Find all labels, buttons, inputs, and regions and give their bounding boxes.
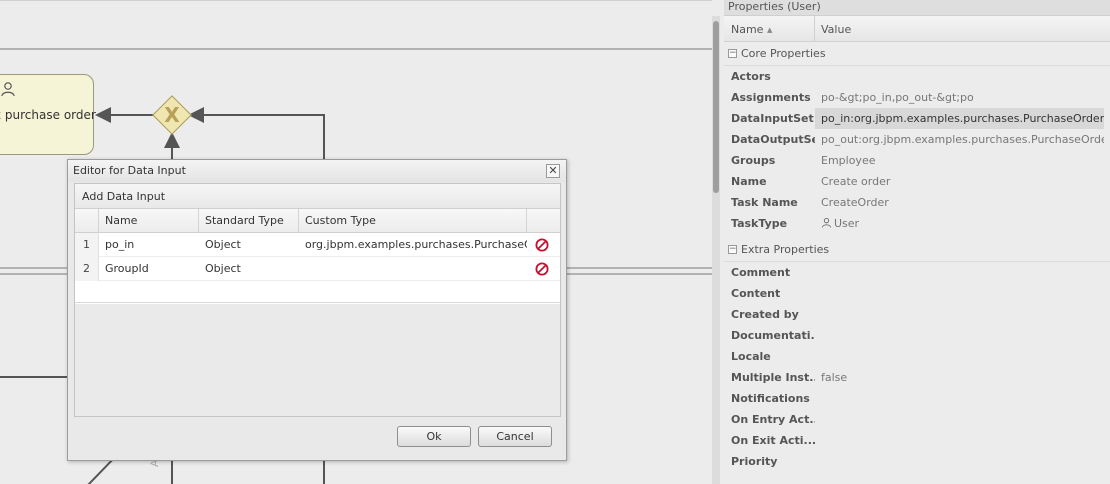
- data-input-custom-type[interactable]: [299, 257, 527, 281]
- property-row[interactable]: Actors: [724, 66, 1110, 87]
- user-icon: [821, 218, 832, 228]
- property-row[interactable]: Priority: [724, 451, 1110, 472]
- standard-type-column-header[interactable]: Standard Type: [199, 209, 299, 233]
- property-row[interactable]: On Entry Act...: [724, 409, 1110, 430]
- core-properties-section[interactable]: − Core Properties: [724, 42, 1110, 66]
- user-task-label: x purchase order: [0, 108, 96, 122]
- property-row[interactable]: Locale: [724, 346, 1110, 367]
- cancel-button[interactable]: Cancel: [478, 426, 552, 447]
- property-row[interactable]: Assignments po-&gt;po_in,po_out-&gt;po: [724, 87, 1110, 108]
- data-input-editor-dialog: Editor for Data Input ✕ Add Data Input N…: [67, 159, 567, 461]
- grid-empty-row: [75, 281, 560, 303]
- scrollbar-thumb[interactable]: [713, 21, 719, 193]
- property-name: Assignments: [731, 91, 811, 104]
- property-value[interactable]: User: [815, 213, 1104, 234]
- property-name: Content: [731, 287, 781, 300]
- property-name: Notifications: [731, 392, 810, 405]
- custom-type-column-header[interactable]: Custom Type: [299, 209, 527, 233]
- dialog-title-bar[interactable]: Editor for Data Input ✕: [68, 160, 566, 182]
- column-name-header[interactable]: Name ▲: [731, 23, 772, 36]
- ok-button[interactable]: Ok: [397, 426, 471, 447]
- section-label: Core Properties: [741, 47, 826, 60]
- user-task-icon: [1, 82, 15, 97]
- data-input-name[interactable]: GroupId: [99, 257, 199, 281]
- property-value-text: User: [834, 217, 860, 230]
- grid-empty-area: [75, 304, 560, 416]
- add-data-input-button[interactable]: Add Data Input: [75, 184, 560, 209]
- table-row[interactable]: 2 GroupId Object: [75, 257, 560, 281]
- property-name: Documentati...: [731, 329, 815, 342]
- property-name: On Entry Act...: [731, 413, 815, 426]
- row-number-header: [75, 209, 99, 233]
- canvas-vertical-scrollbar[interactable]: [712, 16, 720, 484]
- property-name: DataInputSet: [731, 112, 814, 125]
- sort-asc-icon: ▲: [766, 26, 773, 34]
- property-row[interactable]: Notifications: [724, 388, 1110, 409]
- table-row[interactable]: 1 po_in Object org.jbpm.examples.purchases.…: [75, 233, 560, 257]
- property-value[interactable]: po-&gt;po_in,po_out-&gt;po: [815, 87, 1104, 108]
- properties-title: Properties (User): [724, 0, 1110, 16]
- property-row[interactable]: Created by: [724, 304, 1110, 325]
- delete-row-icon[interactable]: [535, 262, 549, 276]
- property-name: Groups: [731, 154, 776, 167]
- property-value[interactable]: Create order: [815, 171, 1104, 192]
- property-row[interactable]: TaskType User: [724, 213, 1110, 234]
- property-row[interactable]: DataInputSet po_in:org.jbpm.examples.purc…: [724, 108, 1110, 129]
- property-row[interactable]: Task Name CreateOrder: [724, 192, 1110, 213]
- property-row[interactable]: Comment: [724, 262, 1110, 283]
- property-row[interactable]: On Exit Acti...: [724, 430, 1110, 451]
- row-number: 2: [75, 257, 99, 281]
- row-number: 1: [75, 233, 99, 257]
- column-value-header[interactable]: Value: [821, 23, 851, 36]
- property-value[interactable]: CreateOrder: [815, 192, 1104, 213]
- property-name: Locale: [731, 350, 771, 363]
- collapse-icon[interactable]: −: [728, 245, 737, 254]
- delete-row-icon[interactable]: [535, 238, 549, 252]
- property-row[interactable]: DataOutputSet po_out:org.jbpm.examples.pu…: [724, 129, 1110, 150]
- properties-column-header: Name ▲ Value: [724, 16, 1110, 42]
- grid-header: Name Standard Type Custom Type: [75, 209, 560, 233]
- property-value[interactable]: po_out:org.jbpm.examples.purchases.Purch…: [815, 129, 1104, 150]
- data-input-standard-type[interactable]: Object: [199, 257, 299, 281]
- name-column-header[interactable]: Name: [99, 209, 199, 233]
- property-row[interactable]: Multiple Inst... false: [724, 367, 1110, 388]
- property-name: TaskType: [731, 217, 788, 230]
- property-row[interactable]: Documentati...: [724, 325, 1110, 346]
- extra-properties-section[interactable]: − Extra Properties: [724, 238, 1110, 262]
- property-name: Multiple Inst...: [731, 371, 815, 384]
- property-name: Task Name: [731, 196, 798, 209]
- property-row[interactable]: Groups Employee: [724, 150, 1110, 171]
- gateway-x-icon: X: [164, 103, 180, 127]
- property-name: Name: [731, 175, 767, 188]
- properties-panel: Properties (User) Name ▲ Value − Core Pr…: [724, 0, 1110, 484]
- property-name: Priority: [731, 455, 778, 468]
- data-input-standard-type[interactable]: Object: [199, 233, 299, 257]
- data-input-name[interactable]: po_in: [99, 233, 199, 257]
- collapse-icon[interactable]: −: [728, 49, 737, 58]
- property-name: Actors: [731, 70, 771, 83]
- property-value[interactable]: po_in:org.jbpm.examples.purchases.Purcha…: [815, 108, 1104, 129]
- property-value[interactable]: Employee: [815, 150, 1104, 171]
- dialog-title: Editor for Data Input: [73, 164, 186, 177]
- data-input-custom-type[interactable]: org.jbpm.examples.purchases.PurchaseO...: [299, 233, 527, 257]
- property-row[interactable]: Content: [724, 283, 1110, 304]
- actions-column-header: [527, 209, 560, 233]
- property-name: Comment: [731, 266, 791, 279]
- property-name: Created by: [731, 308, 799, 321]
- close-icon[interactable]: ✕: [546, 164, 560, 178]
- property-name: On Exit Acti...: [731, 434, 815, 447]
- property-row[interactable]: Name Create order: [724, 171, 1110, 192]
- section-label: Extra Properties: [741, 243, 830, 256]
- property-value[interactable]: false: [815, 367, 1104, 388]
- property-name: DataOutputSet: [731, 133, 815, 146]
- data-input-grid: Add Data Input Name Standard Type Custom…: [74, 183, 561, 417]
